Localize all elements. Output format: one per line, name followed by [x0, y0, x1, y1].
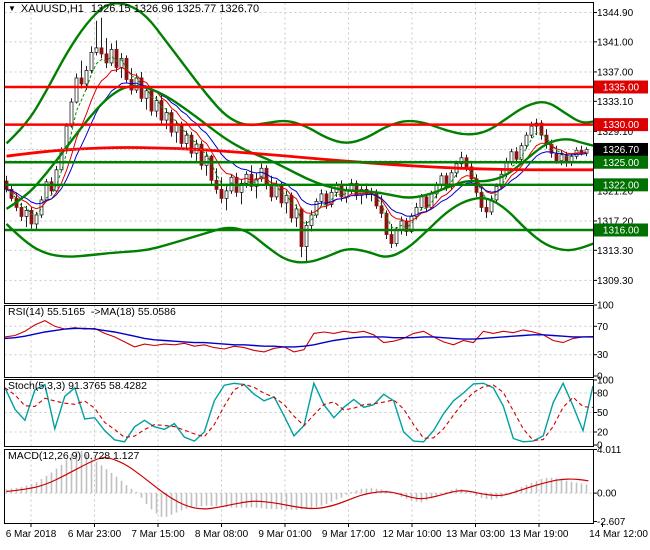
time-axis-label: 7 Mar 15:00 — [131, 529, 185, 540]
bull-candle — [314, 200, 319, 216]
bear-candle — [389, 234, 394, 244]
bear-candle — [29, 210, 34, 225]
candles-layer — [4, 17, 589, 262]
bull-candle — [54, 169, 59, 192]
bear-candle — [79, 77, 84, 85]
price-axis-label: 1333.10 — [597, 97, 634, 108]
time-axis[interactable]: 6 Mar 2018 6 Mar 23:00 7 Mar 15:00 8 Mar 08… — [6, 523, 649, 541]
bull-candle — [394, 229, 399, 244]
stoch-axis-label: 50 — [597, 408, 609, 419]
bear-candle — [19, 207, 24, 217]
bull-candle — [529, 125, 534, 136]
bull-candle — [164, 112, 169, 121]
bull-candle — [224, 190, 229, 199]
main-grid — [4, 2, 594, 304]
price-badge-label: 1326.70 — [603, 145, 640, 156]
bull-candle — [34, 214, 39, 225]
bear-candle — [159, 100, 164, 121]
stoch-axis-label: 20 — [597, 428, 609, 439]
bull-candle — [84, 70, 89, 85]
bull-candle — [24, 210, 29, 217]
bull-candle — [524, 134, 529, 147]
time-axis-label: 14 Mar 12:00 — [589, 529, 648, 540]
stoch-axis-label: 100 — [597, 376, 614, 387]
bull-candle — [439, 175, 444, 186]
bear-candle — [379, 205, 384, 214]
bear-candle — [554, 152, 559, 162]
bear-candle — [169, 112, 174, 133]
bull-candle — [74, 77, 79, 103]
bear-candle — [114, 48, 119, 68]
bear-candle — [149, 90, 154, 112]
time-axis-label: 13 Mar 19:00 — [510, 529, 569, 540]
bull-candle — [184, 134, 189, 144]
bull-candle — [89, 51, 94, 71]
bear-candle — [289, 194, 294, 219]
macd-axis-label: 4.011 — [597, 445, 622, 456]
symbol-timeframe: XAUUSD,H1 — [20, 3, 84, 15]
bull-candle — [154, 100, 159, 112]
bear-candle — [384, 213, 389, 235]
macd-axis-label: -2.607 — [597, 517, 626, 528]
bull-candle — [419, 196, 424, 208]
time-axis-label: 12 Mar 10:00 — [383, 529, 442, 540]
price-axis-label: 1344.90 — [597, 8, 634, 19]
stoch-axis-label: 80 — [597, 389, 609, 400]
price-badge-label: 1322.00 — [603, 180, 640, 191]
bull-candle — [69, 101, 74, 127]
bear-candle — [264, 167, 269, 186]
main-chart-area[interactable] — [4, 2, 594, 304]
bear-candle — [129, 79, 134, 91]
bull-candle — [109, 48, 114, 64]
time-axis-label: 9 Mar 01:00 — [258, 529, 312, 540]
bull-candle — [94, 47, 99, 53]
bull-candle — [144, 90, 149, 99]
rsi-axis-label: 70 — [597, 322, 609, 333]
bear-candle — [99, 47, 104, 55]
time-axis-label: 8 Mar 08:00 — [195, 529, 249, 540]
rsi-axis-label: 30 — [597, 350, 609, 361]
bull-candle — [509, 151, 514, 163]
bear-candle — [209, 155, 214, 181]
macd-axis-label: 0.00 — [597, 489, 617, 500]
bear-candle — [424, 196, 429, 208]
bear-candle — [514, 151, 519, 160]
time-axis-label: 13 Mar 03:00 — [446, 529, 505, 540]
bear-candle — [49, 181, 54, 192]
price-badge-label: 1335.00 — [603, 83, 640, 94]
time-axis-label: 6 Mar 23:00 — [68, 529, 122, 540]
price-badge-label: 1325.00 — [603, 158, 640, 169]
bear-candle — [479, 191, 484, 208]
price-axis-label: 1341.00 — [597, 37, 634, 48]
bull-candle — [319, 193, 324, 202]
ema-overlays — [6, 55, 587, 229]
macd-indicator-label: MACD(12,26,9) 0.728 1.127 — [8, 450, 140, 462]
bear-candle — [219, 188, 224, 199]
price-axis-label: 1309.30 — [597, 276, 634, 287]
bear-candle — [374, 191, 379, 207]
bull-candle — [284, 194, 289, 204]
bear-candle — [484, 207, 489, 213]
price-axis-label: 1337.00 — [597, 67, 634, 78]
bull-candle — [559, 154, 564, 162]
time-axis-label: 9 Mar 17:00 — [322, 529, 376, 540]
ohlc-values: 1326.15 1326.96 1325.77 1326.70 — [90, 3, 260, 15]
chart-window: 1344.90 1341.00 1337.00 1333.10 1329.10 1321.… — [0, 0, 650, 550]
stoch-indicator-label: Stoch(5,3,3) 91.3765 58.4282 — [8, 380, 147, 392]
bull-candle — [304, 225, 309, 247]
price-badge-label: 1316.00 — [603, 225, 640, 236]
time-axis-label: 6 Mar 2018 — [6, 529, 57, 540]
price-badge-label: 1330.00 — [603, 120, 640, 131]
price-axis[interactable]: 1344.901341.001337.001333.101329.101321.… — [593, 8, 649, 528]
rsi-axis-label: 100 — [597, 301, 614, 312]
bull-candle — [204, 155, 209, 166]
rsi-indicator-label: RSI(14) 55.5165 ->MA(18) 55.0586 — [8, 306, 176, 318]
chart-ohlc-info: ▼ XAUUSD,H1 1326.15 1326.96 1325.77 1326… — [8, 2, 259, 16]
bear-candle — [104, 53, 109, 64]
symbol-dropdown-icon[interactable]: ▼ — [8, 5, 16, 13]
bull-candle — [494, 185, 499, 201]
bear-candle — [299, 208, 304, 247]
chart-canvas: 1344.901341.001337.001333.101329.101321.… — [4, 2, 649, 541]
price-axis-label: 1313.30 — [597, 246, 634, 257]
